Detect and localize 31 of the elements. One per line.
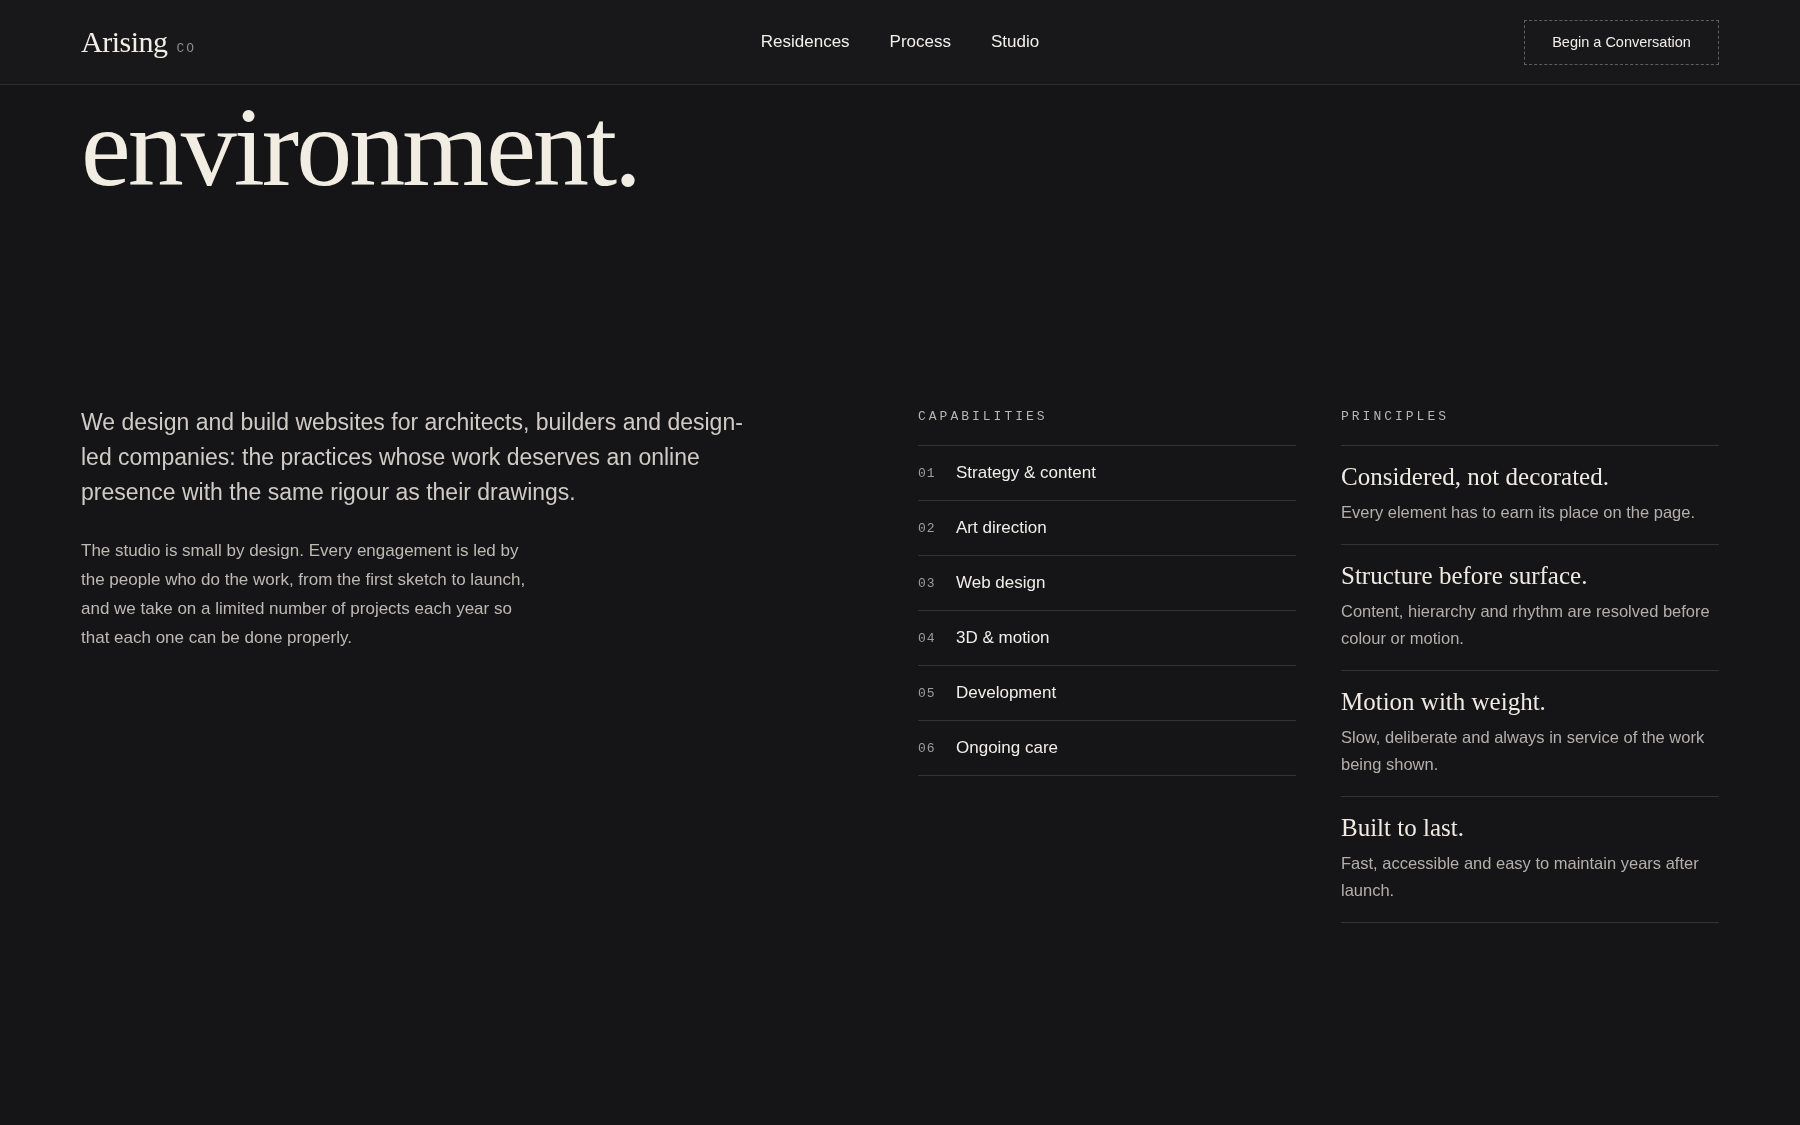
capabilities-heading: CAPABILITIES	[918, 405, 1296, 446]
logo-suffix: CO	[176, 41, 197, 56]
item-number: 05	[918, 685, 937, 701]
hero-heading: environment.	[81, 85, 641, 191]
capability-label: Strategy & content	[956, 463, 1096, 483]
item-number: 03	[918, 575, 937, 591]
begin-conversation-button[interactable]: Begin a Conversation	[1524, 19, 1719, 65]
nav-link[interactable]: Studio	[991, 32, 1040, 52]
nav-link[interactable]: Process	[889, 32, 951, 52]
nav-link[interactable]: Residences	[760, 32, 850, 52]
principle-title: Motion with weight.	[1341, 687, 1547, 717]
logo-text[interactable]: Arising	[81, 25, 168, 59]
principle-title: Built to last.	[1341, 813, 1465, 843]
principle-title: Considered, not decorated.	[1341, 462, 1610, 492]
principles-heading: PRINCIPLES	[1341, 405, 1719, 446]
capability-label: Development	[956, 683, 1057, 703]
capability-label: 3D & motion	[956, 628, 1050, 648]
intro-paragraph: The studio is small by design. Every engagement is led by the people who do the work, from the first sketch to launch, and we take on a limited number of projects each year so that each one can be done properly.	[81, 540, 527, 649]
capability-label: Art direction	[956, 518, 1047, 538]
principle-title: Structure before surface.	[1341, 561, 1589, 591]
principle-text: Content, hierarchy and rhythm are resolved before colour or motion.	[1341, 601, 1711, 649]
capability-label: Ongoing care	[956, 738, 1059, 758]
principle-text: Slow, deliberate and always in service of the work being shown.	[1341, 727, 1706, 775]
intro-lead: We design and build websites for architects, builders and design-led companies: the practices whose work deserves an online presence with the same rigour as their drawings.	[81, 408, 744, 507]
principle-text: Every element has to earn its place on the page.	[1341, 502, 1697, 523]
item-number: 04	[918, 630, 937, 646]
capability-label: Web design	[956, 573, 1046, 593]
item-number: 01	[918, 465, 937, 481]
principle-text: Fast, accessible and easy to maintain years after launch.	[1341, 853, 1700, 901]
item-number: 02	[918, 520, 937, 536]
item-number: 06	[918, 740, 937, 756]
